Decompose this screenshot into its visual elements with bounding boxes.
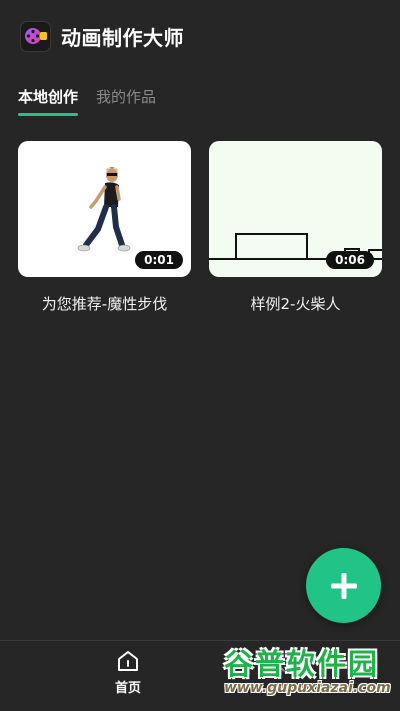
app-title: 动画制作大师	[61, 25, 184, 50]
app-logo-icon	[20, 20, 51, 52]
tab-local-creation[interactable]: 本地创作	[18, 86, 79, 116]
card-caption: 为您推荐-魔性步伐	[41, 295, 168, 313]
project-thumbnail[interactable]: 0:06	[209, 141, 382, 277]
project-thumbnail[interactable]: 0:01	[18, 141, 191, 277]
nav-home-label: 首页	[114, 681, 141, 696]
app-header: 动画制作大师	[0, 0, 400, 72]
home-icon	[118, 651, 138, 671]
create-button[interactable]	[306, 548, 381, 623]
watermark-title: 谷普软件园	[224, 647, 380, 681]
duration-badge: 0:01	[135, 251, 183, 269]
tab-bar: 本地创作 我的作品	[18, 86, 156, 118]
project-card-recommended[interactable]: 0:01 为您推荐-魔性步伐	[18, 141, 191, 314]
plus-icon	[330, 572, 357, 599]
project-card-stickman[interactable]: 0:06 样例2-火柴人	[209, 141, 382, 314]
tab-my-works[interactable]: 我的作品	[96, 86, 156, 116]
nav-item-home[interactable]: 首页	[98, 649, 158, 709]
card-caption: 样例2-火柴人	[250, 295, 341, 313]
watermark-url: www.gupuxiazai.com	[224, 680, 391, 696]
duration-badge: 0:06	[326, 251, 374, 269]
watermark: 谷普软件园 www.gupuxiazai.com	[218, 648, 398, 708]
